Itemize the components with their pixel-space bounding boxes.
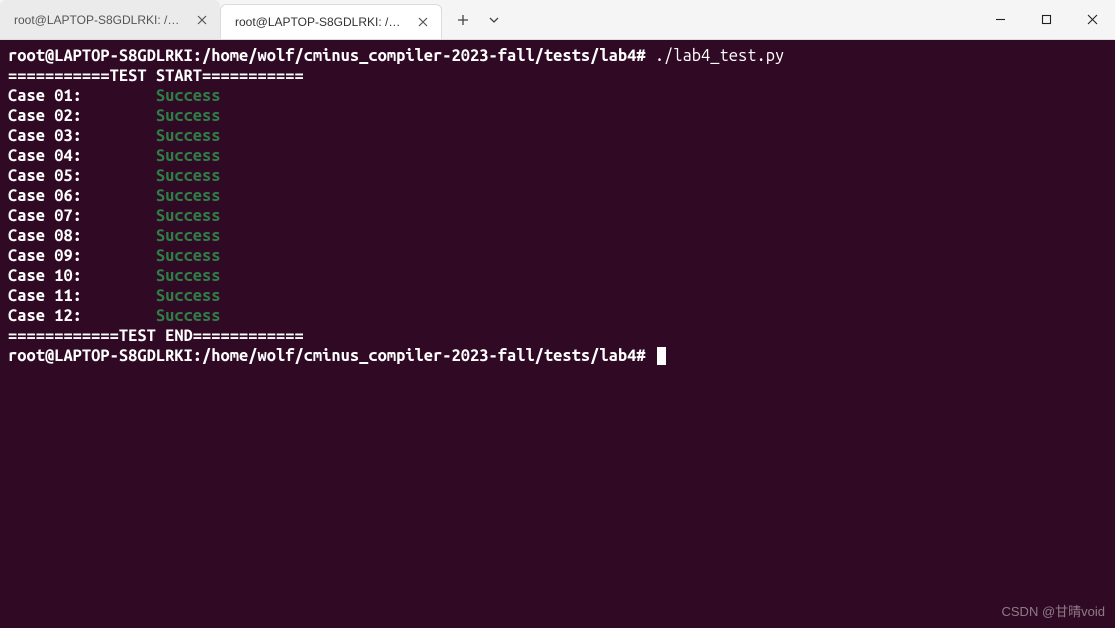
prompt-label: root@LAPTOP-S8GDLRKI:/home/wolf/cminus_c… bbox=[8, 347, 646, 365]
test-start-divider: ===========TEST START=========== bbox=[8, 66, 1107, 86]
tab-active[interactable]: root@LAPTOP-S8GDLRKI: /home bbox=[220, 4, 442, 39]
case-result: Success bbox=[156, 287, 221, 305]
case-result: Success bbox=[156, 227, 221, 245]
cursor bbox=[657, 347, 666, 365]
case-label: Case 04: bbox=[8, 147, 156, 165]
watermark-text: CSDN @甘晴void bbox=[1002, 602, 1106, 622]
case-result: Success bbox=[156, 87, 221, 105]
case-label: Case 10: bbox=[8, 267, 156, 285]
tabs-container: root@LAPTOP-S8GDLRKI: /home/ root@LAPTOP… bbox=[0, 0, 977, 39]
close-icon[interactable] bbox=[415, 14, 431, 30]
tab-title: root@LAPTOP-S8GDLRKI: /home/ bbox=[14, 13, 184, 27]
case-row: Case 09: Success bbox=[8, 246, 1107, 266]
tab-inactive[interactable]: root@LAPTOP-S8GDLRKI: /home/ bbox=[0, 0, 220, 39]
case-row: Case 01: Success bbox=[8, 86, 1107, 106]
case-row: Case 06: Success bbox=[8, 186, 1107, 206]
case-result: Success bbox=[156, 167, 221, 185]
case-row: Case 04: Success bbox=[8, 146, 1107, 166]
case-row: Case 10: Success bbox=[8, 266, 1107, 286]
case-label: Case 01: bbox=[8, 87, 156, 105]
tab-title: root@LAPTOP-S8GDLRKI: /home bbox=[235, 15, 405, 29]
case-row: Case 05: Success bbox=[8, 166, 1107, 186]
case-label: Case 08: bbox=[8, 227, 156, 245]
case-row: Case 03: Success bbox=[8, 126, 1107, 146]
case-label: Case 11: bbox=[8, 287, 156, 305]
case-label: Case 02: bbox=[8, 107, 156, 125]
command-text: ./lab4_test.py bbox=[655, 47, 784, 65]
prompt-label: root@LAPTOP-S8GDLRKI:/home/wolf/cminus_c… bbox=[8, 47, 646, 65]
window-controls bbox=[977, 0, 1115, 39]
case-row: Case 12: Success bbox=[8, 306, 1107, 326]
case-label: Case 05: bbox=[8, 167, 156, 185]
case-row: Case 11: Success bbox=[8, 286, 1107, 306]
case-result: Success bbox=[156, 247, 221, 265]
chevron-down-icon[interactable] bbox=[480, 0, 508, 39]
case-label: Case 03: bbox=[8, 127, 156, 145]
case-result: Success bbox=[156, 207, 221, 225]
case-result: Success bbox=[156, 187, 221, 205]
case-label: Case 12: bbox=[8, 307, 156, 325]
close-button[interactable] bbox=[1069, 0, 1115, 39]
case-row: Case 08: Success bbox=[8, 226, 1107, 246]
case-label: Case 09: bbox=[8, 247, 156, 265]
prompt-line: root@LAPTOP-S8GDLRKI:/home/wolf/cminus_c… bbox=[8, 46, 1107, 66]
test-end-divider: ============TEST END============ bbox=[8, 326, 1107, 346]
close-icon[interactable] bbox=[194, 12, 210, 28]
maximize-button[interactable] bbox=[1023, 0, 1069, 39]
case-result: Success bbox=[156, 267, 221, 285]
minimize-button[interactable] bbox=[977, 0, 1023, 39]
cases-list: Case 01: SuccessCase 02: SuccessCase 03:… bbox=[8, 86, 1107, 326]
case-result: Success bbox=[156, 127, 221, 145]
case-result: Success bbox=[156, 147, 221, 165]
case-result: Success bbox=[156, 307, 221, 325]
case-row: Case 07: Success bbox=[8, 206, 1107, 226]
terminal-area[interactable]: root@LAPTOP-S8GDLRKI:/home/wolf/cminus_c… bbox=[0, 40, 1115, 628]
case-row: Case 02: Success bbox=[8, 106, 1107, 126]
case-label: Case 06: bbox=[8, 187, 156, 205]
case-label: Case 07: bbox=[8, 207, 156, 225]
case-result: Success bbox=[156, 107, 221, 125]
prompt-line: root@LAPTOP-S8GDLRKI:/home/wolf/cminus_c… bbox=[8, 346, 1107, 366]
titlebar: root@LAPTOP-S8GDLRKI: /home/ root@LAPTOP… bbox=[0, 0, 1115, 40]
new-tab-button[interactable] bbox=[446, 0, 480, 39]
